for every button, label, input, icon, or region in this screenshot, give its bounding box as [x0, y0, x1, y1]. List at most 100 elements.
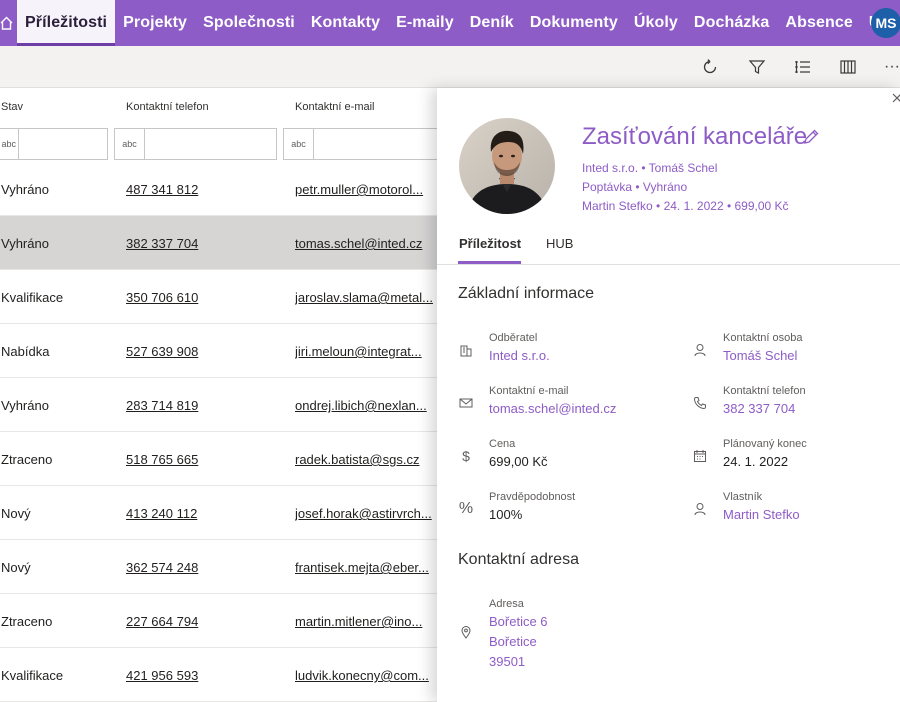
nav-item-spolecnosti[interactable]: Společnosti: [195, 0, 303, 46]
telefon-link[interactable]: 382 337 704: [723, 401, 795, 416]
table-row[interactable]: Nový 413 240 112 josef.horak@astirvrch..…: [0, 486, 437, 540]
nav-item-emaily[interactable]: E-maily: [388, 0, 462, 46]
tab-prilezitost[interactable]: Příležitost: [459, 236, 521, 251]
email-link[interactable]: tomas.schel@inted.cz: [489, 401, 616, 416]
table-row[interactable]: Nabídka 527 639 908 jiri.meloun@integrat…: [0, 324, 437, 378]
nav-item-absence[interactable]: Absence: [777, 0, 860, 46]
table-row[interactable]: Kvalifikace 421 956 593 ludvik.konecny@c…: [0, 648, 437, 702]
top-navigation: Příležitosti Projekty Společnosti Kontak…: [0, 0, 900, 46]
building-icon: [458, 342, 474, 358]
section-basic-info: Základní informace: [458, 285, 595, 302]
list-icon[interactable]: [791, 55, 815, 79]
filter-input-telefon[interactable]: abc: [114, 128, 277, 160]
cell-email-link[interactable]: ondrej.libich@nexlan...: [295, 398, 433, 413]
refresh-icon[interactable]: [698, 55, 722, 79]
table-row-selected[interactable]: Vyhráno 382 337 704 tomas.schel@inted.cz: [0, 216, 437, 270]
meta-company-contact[interactable]: Inted s.r.o. • Tomáš Schel: [582, 161, 717, 175]
cell-stav: Kvalifikace: [1, 290, 64, 305]
nav-item-dochazka[interactable]: Docházka: [686, 0, 778, 46]
nav-item-dokumenty[interactable]: Dokumenty: [522, 0, 626, 46]
cell-stav: Nový: [1, 560, 31, 575]
toolbar: ···: [0, 46, 900, 88]
cell-telefon-link[interactable]: 350 706 610: [126, 290, 198, 305]
cell-email-link[interactable]: tomas.schel@inted.cz: [295, 236, 433, 251]
kontaktni-osoba-link[interactable]: Tomáš Schel: [723, 348, 797, 363]
cell-telefon-link[interactable]: 518 765 665: [126, 452, 198, 467]
cell-email-link[interactable]: martin.mitlener@ino...: [295, 614, 433, 629]
address-line-city[interactable]: Bořetice: [489, 632, 548, 652]
table-row[interactable]: Ztraceno 518 765 665 radek.batista@sgs.c…: [0, 432, 437, 486]
pravdepodobnost-value: 100%: [489, 507, 523, 522]
planovany-konec-value: 24. 1. 2022: [723, 454, 789, 469]
cell-telefon-link[interactable]: 227 664 794: [126, 614, 198, 629]
active-tab-indicator: [458, 261, 521, 264]
person-icon: [692, 501, 708, 517]
field-label: Cena: [489, 438, 516, 450]
cell-email-link[interactable]: josef.horak@astirvrch...: [295, 506, 433, 521]
section-contact-address: Kontaktní adresa: [458, 551, 579, 568]
table-row[interactable]: Kvalifikace 350 706 610 jaroslav.slama@m…: [0, 270, 437, 324]
nav-item-denik[interactable]: Deník: [462, 0, 522, 46]
cell-telefon-link[interactable]: 421 956 593: [126, 668, 198, 683]
field-label: Kontaktní osoba: [723, 332, 803, 344]
mail-icon: [458, 395, 474, 411]
nav-item-kontakty[interactable]: Kontakty: [303, 0, 388, 46]
field-label: Kontaktní telefon: [723, 385, 806, 397]
field-label: Pravděpodobnost: [489, 491, 576, 503]
cell-telefon-link[interactable]: 527 639 908: [126, 344, 198, 359]
table-row[interactable]: Nový 362 574 248 frantisek.mejta@eber...: [0, 540, 437, 594]
filter-input-email[interactable]: abc: [283, 128, 437, 160]
cell-email-link[interactable]: petr.muller@motorol...: [295, 182, 433, 197]
detail-panel: Zasíťování kanceláře Inted s.r.o. • Tomá…: [437, 88, 900, 702]
odberatel-link[interactable]: Inted s.r.o.: [489, 348, 550, 363]
text-filter-icon: abc: [115, 129, 145, 159]
cell-telefon-link[interactable]: 487 341 812: [126, 182, 198, 197]
detail-tabs: Příležitost HUB: [437, 228, 900, 265]
table-row[interactable]: Vyhráno 487 341 812 petr.muller@motorol.…: [0, 162, 437, 216]
field-label: Adresa: [489, 598, 524, 610]
table-row[interactable]: Vyhráno 283 714 819 ondrej.libich@nexlan…: [0, 378, 437, 432]
home-icon[interactable]: [0, 0, 17, 46]
vlastnik-link[interactable]: Martin Stefko: [723, 507, 800, 522]
percent-icon: %: [458, 500, 474, 517]
column-header-stav[interactable]: Stav: [1, 101, 23, 113]
columns-icon[interactable]: [836, 55, 860, 79]
address-line-street[interactable]: Bořetice 6: [489, 612, 548, 632]
nav-item-ukoly[interactable]: Úkoly: [626, 0, 686, 46]
nav-item-projekty[interactable]: Projekty: [115, 0, 195, 46]
text-filter-icon: abc: [284, 129, 314, 159]
cell-stav: Vyhráno: [1, 182, 49, 197]
user-avatar[interactable]: MS: [871, 8, 900, 38]
meta-type-status: Poptávka • Vyhráno: [582, 180, 688, 194]
cell-email-link[interactable]: jiri.meloun@integrat...: [295, 344, 433, 359]
filter-icon[interactable]: [745, 55, 769, 79]
cell-email-link[interactable]: radek.batista@sgs.cz: [295, 452, 433, 467]
field-label: Odběratel: [489, 332, 538, 344]
pencil-edit-icon[interactable]: [802, 128, 822, 148]
grid-header: Stav Kontaktní telefon Kontaktní e-mail: [0, 88, 437, 127]
cell-stav: Nabídka: [1, 344, 50, 359]
cell-email-link[interactable]: ludvik.konecny@com...: [295, 668, 433, 683]
contact-photo: [459, 118, 555, 214]
tab-hub[interactable]: HUB: [546, 236, 573, 251]
grid-rows: Vyhráno 487 341 812 petr.muller@motorol.…: [0, 162, 437, 702]
column-header-telefon[interactable]: Kontaktní telefon: [126, 101, 209, 113]
address-lines[interactable]: Bořetice 6 Bořetice 39501: [489, 612, 548, 672]
close-icon[interactable]: [892, 92, 900, 104]
cell-telefon-link[interactable]: 283 714 819: [126, 398, 198, 413]
phone-icon: [692, 395, 708, 411]
more-icon[interactable]: ···: [880, 55, 900, 79]
column-header-email[interactable]: Kontaktní e-mail: [295, 101, 374, 113]
cell-telefon-link[interactable]: 413 240 112: [126, 506, 197, 521]
nav-item-prilezitosti[interactable]: Příležitosti: [17, 0, 116, 46]
cell-telefon-link[interactable]: 382 337 704: [126, 236, 198, 251]
cell-email-link[interactable]: jaroslav.slama@metal...: [295, 290, 433, 305]
cell-stav: Kvalifikace: [1, 668, 64, 683]
cell-email-link[interactable]: frantisek.mejta@eber...: [295, 560, 433, 575]
address-line-zip[interactable]: 39501: [489, 652, 548, 672]
cell-stav: Ztraceno: [1, 614, 53, 629]
filter-input-stav[interactable]: abc: [0, 128, 108, 160]
table-row[interactable]: Ztraceno 227 664 794 martin.mitlener@ino…: [0, 594, 437, 648]
field-label: Plánovaný konec: [723, 438, 807, 450]
cell-telefon-link[interactable]: 362 574 248: [126, 560, 198, 575]
